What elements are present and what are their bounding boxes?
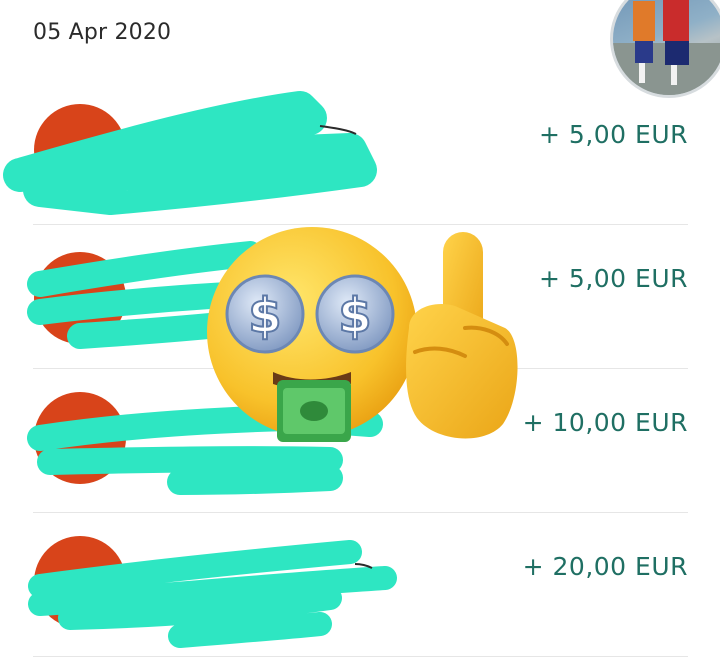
transaction-amount: + 5,00 EUR [539,264,688,293]
svg-text:$: $ [248,288,281,344]
svg-text:$: $ [338,288,371,344]
middle-finger-icon [406,232,518,439]
transaction-amount: + 20,00 EUR [522,552,688,581]
transaction-row[interactable]: + 5,00 EUR [0,80,720,224]
transaction-amount: + 5,00 EUR [539,120,688,149]
redaction-scribble [28,540,397,648]
transaction-row[interactable]: + 20,00 EUR [0,512,720,656]
transaction-amount: + 10,00 EUR [522,408,688,437]
money-mouth-face-icon: $ $ [207,227,417,442]
row-divider [33,656,688,657]
redaction-scribble [3,91,377,215]
transaction-date-header: 05 Apr 2020 [33,20,172,45]
